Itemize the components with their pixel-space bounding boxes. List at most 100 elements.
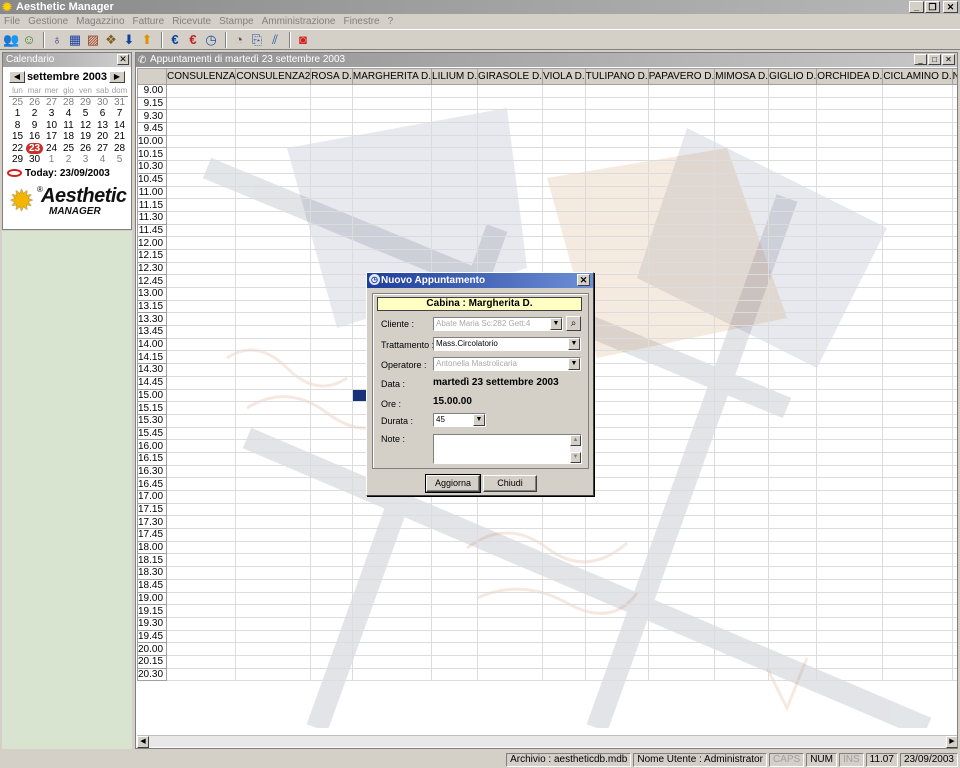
appointment-slot[interactable] [882,109,953,124]
appointment-slot[interactable] [647,236,716,250]
appointment-slot[interactable] [310,223,353,238]
column-header[interactable]: TULIPANO D. [584,68,649,85]
appointment-slot[interactable] [351,134,433,149]
appointment-slot[interactable] [768,223,818,238]
appointment-slot[interactable] [768,337,818,352]
appointment-slot[interactable] [431,223,479,238]
appointment-slot[interactable] [647,553,716,568]
appointment-slot[interactable] [816,540,884,555]
appointment-slot[interactable] [541,109,586,124]
appointment-slot[interactable] [714,477,770,491]
appointment-slot[interactable] [714,147,770,162]
close-button[interactable]: ✕ [943,1,958,13]
appointment-slot[interactable] [882,451,953,466]
appointment-slot[interactable] [816,591,884,606]
arrow-up-icon[interactable]: ⬆ [139,32,155,48]
appointment-slot[interactable] [647,210,716,225]
appointment-slot[interactable] [235,642,312,656]
appointment-slot[interactable] [310,274,353,288]
appointment-slot[interactable] [714,667,770,682]
appointment-slot[interactable] [431,198,479,212]
appointment-slot[interactable] [541,553,586,568]
appointment-slot[interactable] [431,122,479,136]
appointment-slot[interactable] [541,515,586,530]
appointment-slot[interactable] [816,566,884,580]
appointment-slot[interactable] [882,96,953,111]
column-header[interactable]: VIOLA D. [541,68,586,85]
appointment-slot[interactable] [647,591,716,606]
appointment-slot[interactable] [166,388,237,403]
appointment-slot[interactable] [584,642,649,656]
appointment-slot[interactable] [310,363,353,377]
appointment-slot[interactable] [351,553,433,568]
appointment-slot[interactable] [235,464,312,479]
clock-icon[interactable]: ◷ [203,32,219,48]
appointment-slot[interactable] [310,109,353,124]
appointment-slot[interactable] [310,667,353,682]
appointment-slot[interactable] [235,337,312,352]
column-header[interactable]: LILIUM D. [431,68,479,85]
appointment-slot[interactable] [768,350,818,365]
calendar-day[interactable]: 26 [26,97,43,109]
appointment-slot[interactable] [882,312,953,327]
appointment-slot[interactable] [951,388,957,403]
appointment-slot[interactable] [310,616,353,631]
calendar-day[interactable]: 2 [60,154,77,166]
appointment-slot[interactable] [235,502,312,517]
appointment-slot[interactable] [351,578,433,593]
grid-icon[interactable]: ▦ [67,32,83,48]
appointment-slot[interactable] [714,439,770,453]
appointment-slot[interactable] [584,578,649,593]
appointment-slot[interactable] [647,388,716,403]
calendar-day[interactable]: 25 [9,97,26,109]
appointment-slot[interactable] [477,566,543,580]
appointment-slot[interactable] [816,147,884,162]
appointment-slot[interactable] [431,147,479,162]
appointment-slot[interactable] [310,375,353,390]
appointment-slot[interactable] [235,667,312,682]
appointment-slot[interactable] [584,363,649,377]
appointment-slot[interactable] [882,185,953,200]
appointment-slot[interactable] [647,578,716,593]
appointment-slot[interactable] [166,642,237,656]
appointment-slot[interactable] [768,616,818,631]
appointment-slot[interactable] [477,223,543,238]
appointment-slot[interactable] [816,185,884,200]
appointment-slot[interactable] [584,299,649,314]
appointment-slot[interactable] [541,578,586,593]
appointment-slot[interactable] [477,84,543,98]
appointment-slot[interactable] [647,654,716,669]
appointment-slot[interactable] [351,96,433,111]
appointment-slot[interactable] [714,363,770,377]
menu-item[interactable]: File [4,16,20,27]
calendar-day[interactable]: 15 [9,131,26,143]
column-header[interactable]: CONSULENZA [166,68,237,85]
appointment-slot[interactable] [882,147,953,162]
appointment-slot[interactable] [584,553,649,568]
appointment-slot[interactable] [951,642,957,656]
appointment-slot[interactable] [714,236,770,250]
appointment-slot[interactable] [951,172,957,187]
bottle-icon[interactable]: ♁ [49,32,65,48]
appointment-slot[interactable] [584,528,649,542]
appointment-slot[interactable] [584,337,649,352]
scroll-right-button[interactable]: ▶ [946,736,957,748]
appointment-slot[interactable] [768,528,818,542]
schedule-close-button[interactable]: ✕ [942,54,955,65]
appointment-slot[interactable] [431,591,479,606]
appointment-slot[interactable] [647,248,716,263]
appointment-slot[interactable] [541,172,586,187]
appointment-slot[interactable] [647,337,716,352]
appointment-slot[interactable] [235,553,312,568]
column-header[interactable]: ROSA D. [310,68,353,85]
appointment-slot[interactable] [816,604,884,618]
appointment-slot[interactable] [714,160,770,174]
appointment-slot[interactable] [166,223,237,238]
appointment-slot[interactable] [431,654,479,669]
appointment-slot[interactable] [647,312,716,327]
scroll-left-button[interactable]: ◀ [137,736,149,748]
appointment-slot[interactable] [431,109,479,124]
appointment-slot[interactable] [431,172,479,187]
appointment-slot[interactable] [351,160,433,174]
appointment-slot[interactable] [882,413,953,428]
